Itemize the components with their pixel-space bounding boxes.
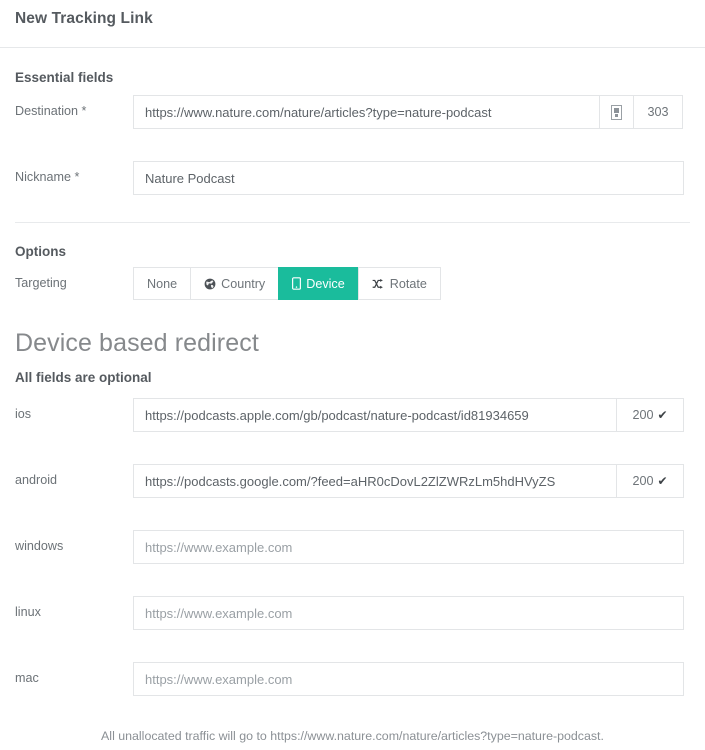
linux-row: linux [0,596,705,630]
ios-status: 200 ✔ [617,398,684,432]
page-title: New Tracking Link [15,10,153,27]
destination-field-group: 303 [133,95,683,129]
ios-label: ios [15,407,32,421]
targeting-button-rotate[interactable]: Rotate [357,267,441,300]
android-input[interactable] [133,464,617,498]
windows-label: windows [15,539,64,553]
shuffle-icon [372,278,385,290]
options-heading: Options [15,244,66,259]
targeting-label: Targeting [15,276,67,290]
windows-input[interactable] [133,530,684,564]
destination-input[interactable] [133,95,600,129]
android-label: android [15,473,58,487]
targeting-button-none[interactable]: None [133,267,191,300]
destination-row: Destination * 303 [0,95,705,129]
mac-label: mac [15,671,39,685]
ios-row: ios 200 ✔ [0,398,705,432]
header-divider [0,47,705,48]
linux-label: linux [15,605,41,619]
targeting-row: Targeting None Country Device Rotate [0,267,705,301]
android-row: android 200 ✔ [0,464,705,498]
options-divider [15,222,690,223]
check-icon: ✔ [657,474,668,488]
ios-status-code: 200 [632,408,654,422]
mac-row: mac [0,662,705,696]
targeting-button-group: None Country Device Rotate [133,267,441,300]
unallocated-traffic-note: All unallocated traffic will go to https… [101,729,604,743]
android-status-code: 200 [632,474,654,488]
targeting-button-rotate-label: Rotate [389,276,427,291]
device-redirect-heading: Device based redirect [15,329,259,357]
mac-input[interactable] [133,662,684,696]
linux-input[interactable] [133,596,684,630]
windows-row: windows [0,530,705,564]
nickname-row: Nickname * [0,161,705,195]
ios-input[interactable] [133,398,617,432]
essential-fields-heading: Essential fields [15,70,114,85]
nickname-label: Nickname * [15,170,80,184]
nickname-field-group [133,161,684,195]
check-icon: ✔ [657,408,668,422]
windows-field-group [133,530,684,564]
mac-field-group [133,662,684,696]
android-status: 200 ✔ [617,464,684,498]
targeting-button-device-label: Device [306,276,345,291]
targeting-button-country-label: Country [221,276,266,291]
globe-icon [204,278,216,290]
targeting-button-country[interactable]: Country [190,267,279,300]
targeting-button-none-label: None [147,276,178,291]
destination-status-code: 303 [634,95,683,129]
ios-field-group: 200 ✔ [133,398,684,432]
android-field-group: 200 ✔ [133,464,684,498]
save-glyph-icon[interactable] [600,95,634,129]
nickname-input[interactable] [133,161,684,195]
new-tracking-link-page: New Tracking Link Essential fields Desti… [0,0,705,750]
targeting-button-device[interactable]: Device [278,267,358,300]
linux-field-group [133,596,684,630]
mobile-icon [292,277,302,290]
destination-label: Destination * [15,104,87,118]
device-redirect-subheading: All fields are optional [15,370,152,385]
